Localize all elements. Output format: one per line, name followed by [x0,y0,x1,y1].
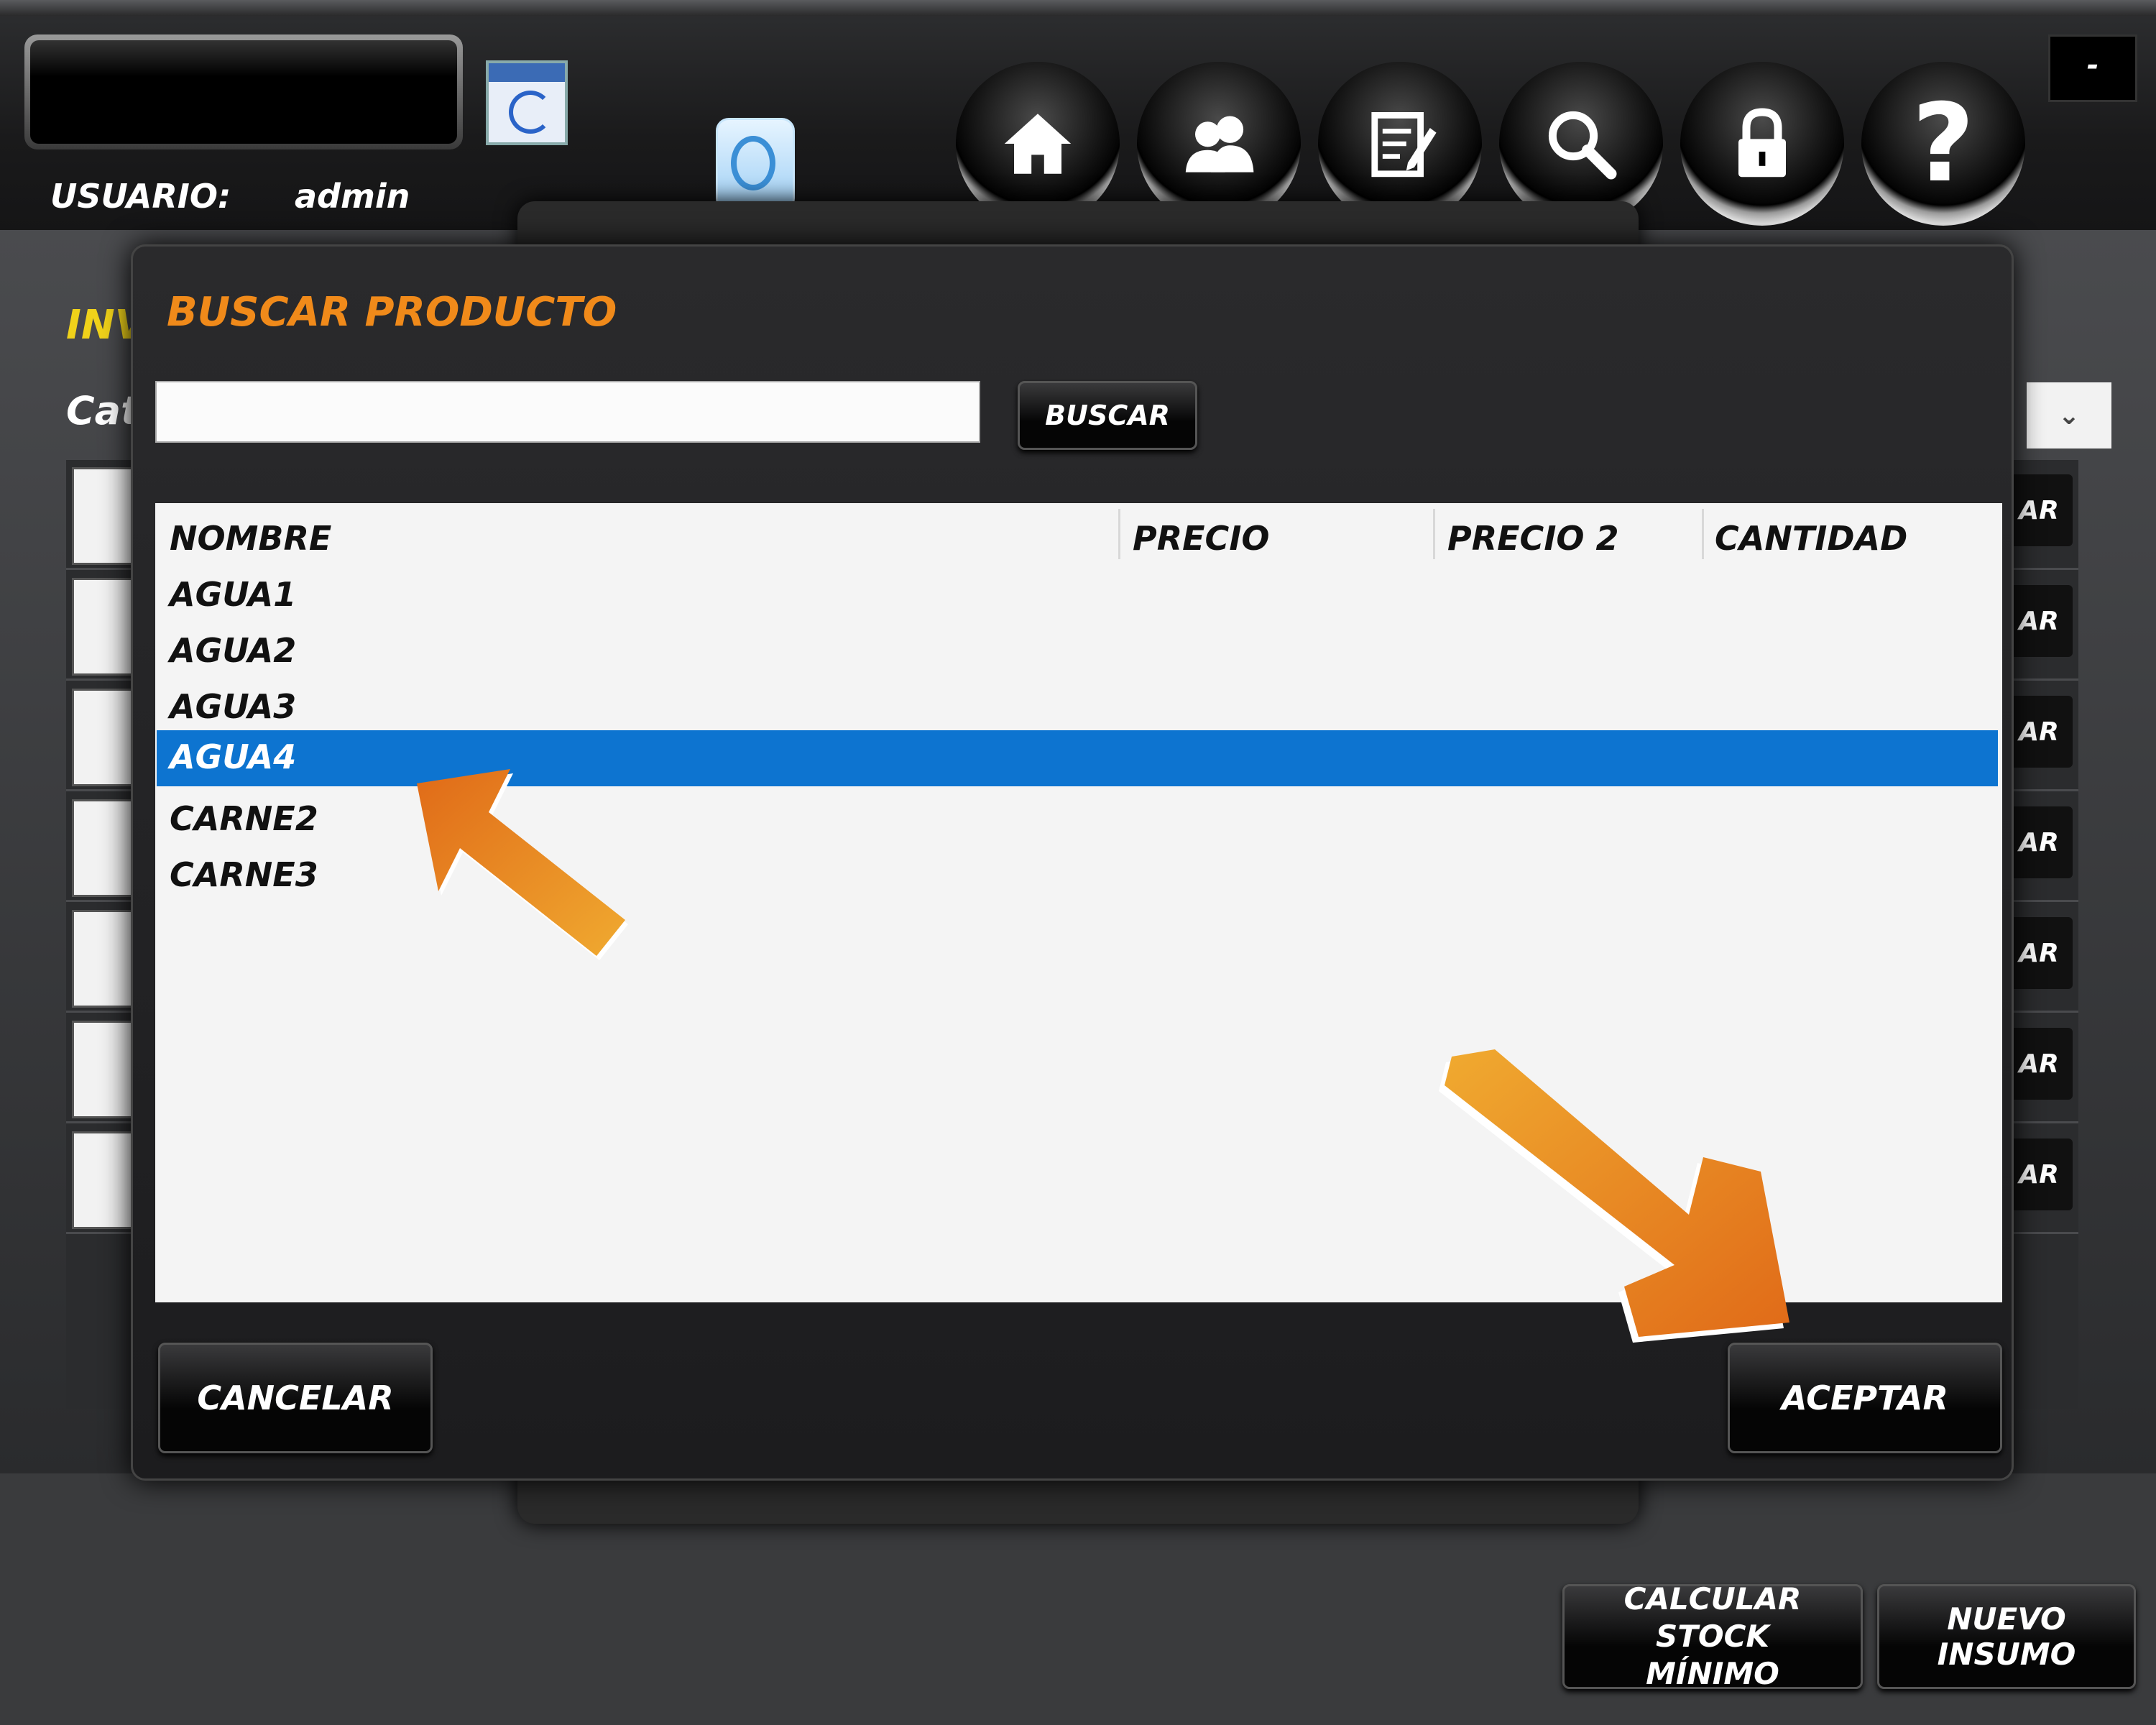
search-icon [1548,111,1617,180]
item-thumbnail [72,467,137,565]
dialog-title: BUSCAR PRODUCTO [167,289,617,336]
column-header-price[interactable]: PRECIO [1133,519,1270,558]
item-thumbnail [72,1021,137,1118]
help-button[interactable]: ? [1861,62,2025,226]
calculate-min-stock-button[interactable]: CALCULAR STOCK MÍNIMO [1562,1581,1863,1691]
fingerprint-icon[interactable] [716,118,795,211]
column-separator [1118,509,1120,559]
table-row[interactable]: AGUA3 [170,687,296,726]
item-thumbnail [72,689,137,786]
column-separator [1702,509,1704,559]
delete-button[interactable]: AR [2005,1138,2073,1210]
notes-icon [1371,112,1437,178]
delete-button[interactable]: AR [2005,696,2073,768]
table-row[interactable]: AGUA1 [170,575,296,614]
selected-row-label: AGUA4 [170,737,297,776]
calc-button-line2: MÍNIMO [1646,1656,1779,1691]
help-icon: ? [1912,81,1975,206]
item-thumbnail [72,910,137,1008]
table-row[interactable]: AGUA2 [170,631,296,670]
product-search-input[interactable] [155,381,980,443]
lock-icon [1738,108,1786,178]
delete-button[interactable]: AR [2005,1028,2073,1100]
cancel-button[interactable]: CANCELAR [158,1343,433,1453]
user-label: USUARIO: [50,177,231,216]
item-thumbnail [72,578,137,676]
lock-button[interactable] [1680,62,1844,226]
pointer-arrow-icon [417,769,628,960]
column-header-price2[interactable]: PRECIO 2 [1447,519,1619,558]
search-submit-button[interactable]: BUSCAR [1018,381,1197,450]
delete-button[interactable]: AR [2005,917,2073,989]
item-thumbnail [72,799,137,897]
column-header-quantity[interactable]: CANTIDAD [1715,519,1907,558]
pointer-arrow-icon [1439,1049,1789,1343]
minimize-button[interactable]: - [2048,34,2137,102]
display-panel [24,34,463,150]
user-name: admin [295,177,410,216]
column-separator [1433,509,1435,559]
delete-button[interactable]: AR [2005,474,2073,546]
delete-button[interactable]: AR [2005,806,2073,878]
table-row[interactable]: CARNE2 [170,799,318,838]
item-thumbnail [72,1131,137,1229]
users-icon [1185,116,1254,172]
top-strip [0,0,2156,16]
delete-button[interactable]: AR [2005,585,2073,657]
calc-button-line1: CALCULAR STOCK [1623,1581,1802,1654]
home-icon [1004,114,1072,174]
background-category-label: Cat [66,388,139,433]
column-header-name[interactable]: NOMBRE [170,519,331,558]
table-row[interactable]: CARNE3 [170,855,318,894]
page-select[interactable]: ⌄ [2027,382,2111,448]
calendar-icon[interactable] [486,60,568,145]
accept-button[interactable]: ACEPTAR [1728,1343,2002,1453]
new-supply-button[interactable]: NUEVO INSUMO [1877,1584,2136,1689]
